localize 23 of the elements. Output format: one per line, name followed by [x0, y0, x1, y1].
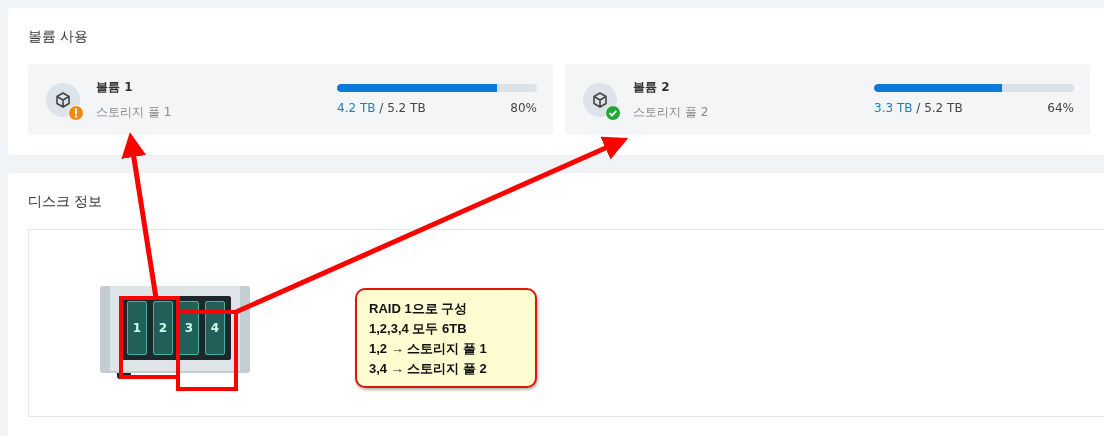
drive-bay[interactable]: 1: [127, 301, 147, 355]
storage-pool-label: 스토리지 풀 1: [96, 103, 173, 121]
section-title: 디스크 정보: [28, 193, 104, 211]
used-capacity: 3.3 TB: [874, 101, 913, 115]
section-title: 볼륨 사용: [28, 28, 90, 46]
used-capacity: 4.2 TB: [337, 101, 376, 115]
drive-bay[interactable]: 4: [205, 301, 225, 355]
callout-line: 3,4 → 스토리지 풀 2: [369, 360, 488, 378]
volume-card[interactable]: 볼륨 1 스토리지 풀 1 4.2 TB / 5.2 TB 80%: [28, 64, 553, 135]
callout-line: 1,2 → 스토리지 풀 1: [369, 340, 488, 358]
volume-card[interactable]: 볼륨 2 스토리지 풀 2 3.3 TB / 5.2 TB 64%: [565, 64, 1090, 135]
total-capacity: / 5.2 TB: [916, 101, 963, 115]
callout-line: RAID 1으로 구성: [369, 300, 469, 318]
drive-bay[interactable]: 2: [153, 301, 173, 355]
storage-pool-label: 스토리지 풀 2: [633, 103, 710, 121]
callout-line: 1,2,3,4 모두 6TB: [369, 320, 468, 338]
volume-name: 볼륨 2: [633, 78, 671, 96]
usage-percent: 80%: [510, 101, 537, 115]
volume-name: 볼륨 1: [96, 78, 134, 96]
cube-icon: [591, 90, 609, 109]
total-capacity: / 5.2 TB: [379, 101, 426, 115]
cube-icon: [54, 90, 72, 109]
usage-percent: 64%: [1047, 101, 1074, 115]
